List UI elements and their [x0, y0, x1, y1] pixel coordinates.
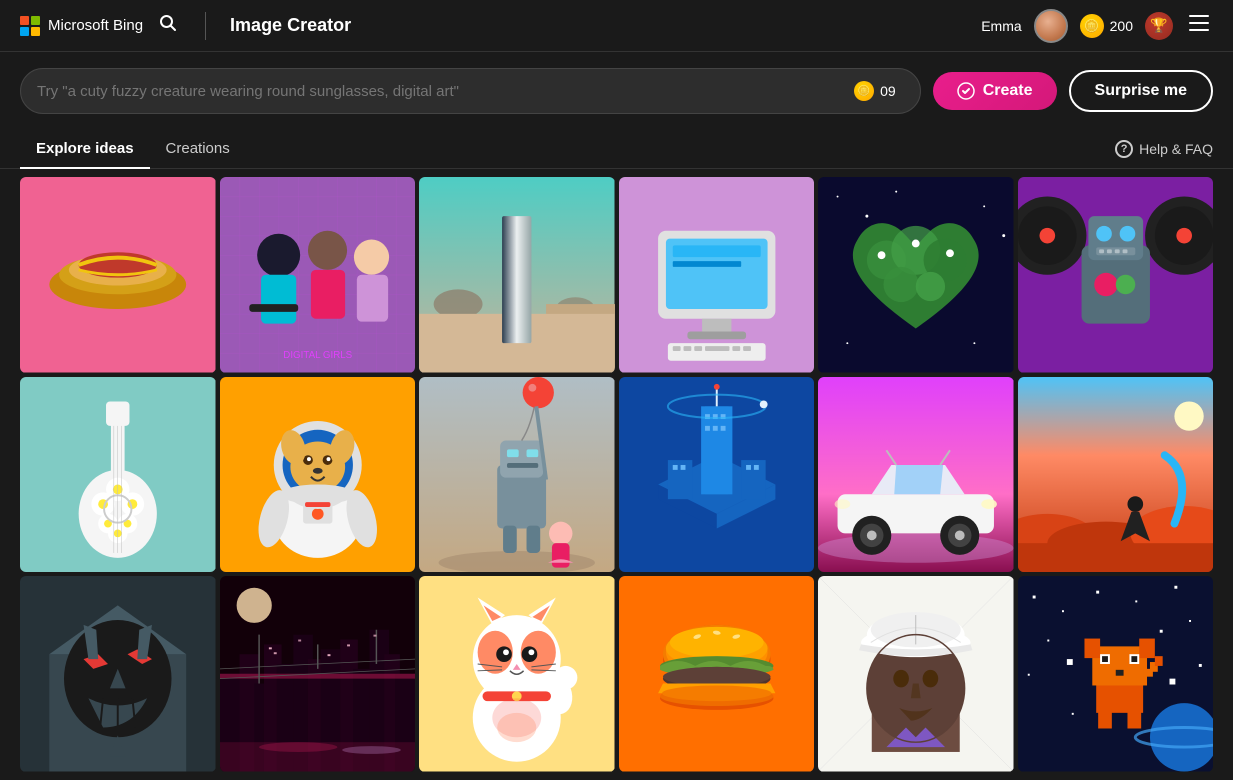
help-faq-link[interactable]: ? Help & FAQ	[1115, 140, 1213, 158]
bing-logo[interactable]: Microsoft Bing	[20, 16, 143, 36]
header-right: Emma 🪙 200 🏆	[981, 9, 1213, 43]
image-cell-robot-balloon[interactable]	[419, 377, 615, 573]
image-cell-car[interactable]	[818, 377, 1014, 573]
image-cell-girls[interactable]: DIGITAL GIRLS	[220, 177, 416, 373]
app-header: Microsoft Bing Image Creator Emma 🪙 200 …	[0, 0, 1233, 52]
search-input[interactable]	[37, 83, 846, 100]
help-faq-label: Help & FAQ	[1139, 141, 1213, 157]
image-cell-doge[interactable]	[220, 377, 416, 573]
image-cell-robot-dj[interactable]	[1018, 177, 1214, 373]
search-section: 🪙 09 Create Surprise me	[0, 52, 1233, 130]
tabs: Explore ideas Creations	[20, 130, 246, 168]
credits-coin-icon: 🪙	[854, 81, 874, 101]
page-title: Image Creator	[230, 15, 351, 36]
image-cell-monolith[interactable]	[419, 177, 615, 373]
surprise-button[interactable]: Surprise me	[1069, 70, 1213, 112]
image-cell-burger[interactable]	[619, 576, 815, 772]
tab-explore[interactable]: Explore ideas	[20, 130, 150, 169]
image-cell-hotdog[interactable]	[20, 177, 216, 373]
image-cell-pixel-dog[interactable]	[1018, 576, 1214, 772]
hamburger-menu-button[interactable]	[1185, 10, 1213, 41]
search-bar[interactable]: 🪙 09	[20, 68, 921, 114]
coin-icon: 🪙	[1080, 14, 1104, 38]
image-grid: DIGITAL GIRLS	[0, 169, 1233, 780]
surprise-button-label: Surprise me	[1095, 82, 1187, 99]
tab-creations[interactable]: Creations	[150, 130, 246, 169]
bing-brand-name: Microsoft Bing	[48, 17, 143, 34]
svg-text:DIGITAL GIRLS: DIGITAL GIRLS	[283, 350, 352, 361]
header-left: Microsoft Bing Image Creator	[20, 10, 351, 41]
image-cell-mask[interactable]	[20, 576, 216, 772]
avatar-image	[1036, 11, 1066, 41]
create-button-label: Create	[983, 82, 1033, 100]
coins-badge: 🪙 200	[1080, 14, 1133, 38]
create-button[interactable]: Create	[933, 72, 1057, 110]
image-cell-desert-figure[interactable]	[1018, 377, 1214, 573]
header-search-button[interactable]	[155, 10, 181, 41]
image-cell-earth[interactable]	[818, 177, 1014, 373]
credits-count: 09	[880, 83, 896, 99]
image-cell-neon-city[interactable]	[220, 576, 416, 772]
header-divider	[205, 12, 206, 40]
reward-icon[interactable]: 🏆	[1145, 12, 1173, 40]
tabs-section: Explore ideas Creations ? Help & FAQ	[0, 130, 1233, 169]
image-cell-portrait[interactable]	[818, 576, 1014, 772]
help-circle-icon: ?	[1115, 140, 1133, 158]
user-name: Emma	[981, 18, 1021, 34]
bing-logo-icon	[20, 16, 40, 36]
coins-count: 200	[1110, 18, 1133, 34]
image-cell-computer[interactable]	[619, 177, 815, 373]
avatar[interactable]	[1034, 9, 1068, 43]
image-cell-lucky-cat[interactable]	[419, 576, 615, 772]
image-cell-city[interactable]	[619, 377, 815, 573]
credits-indicator: 🪙 09	[846, 81, 904, 101]
image-cell-guitar[interactable]	[20, 377, 216, 573]
